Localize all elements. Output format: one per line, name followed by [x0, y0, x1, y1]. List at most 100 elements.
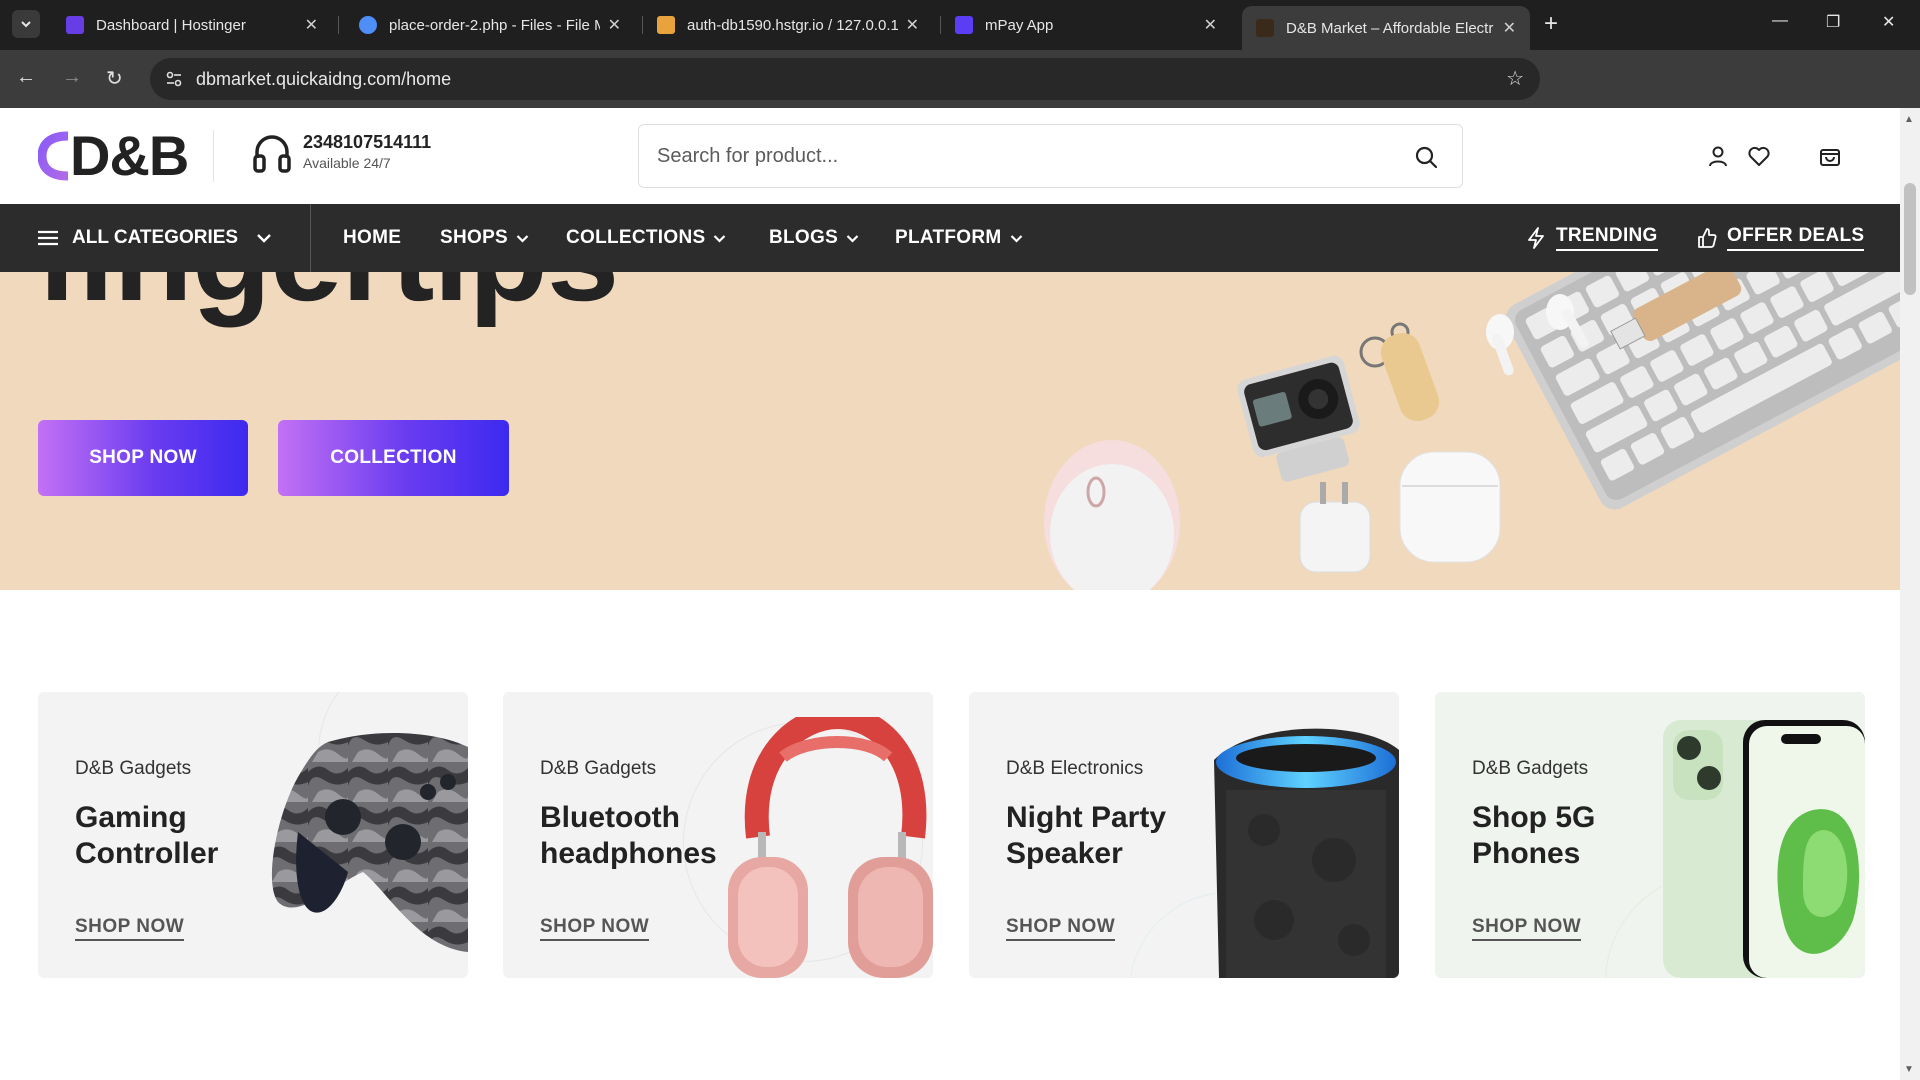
tab-title: Dashboard | Hostinger — [96, 16, 246, 34]
nav-home[interactable]: HOME — [343, 204, 401, 272]
bookmark-star-icon[interactable]: ☆ — [1506, 66, 1524, 91]
hero-shop-now-button[interactable]: SHOP NOW — [38, 420, 248, 496]
close-tab-icon[interactable]: ✕ — [305, 15, 318, 35]
browser-toolbar: ← → ↻ dbmarket.quickaidng.com/home ☆ C ✎… — [0, 50, 1920, 140]
minimize-icon[interactable]: — — [1772, 12, 1788, 30]
promo-card-5g-phones[interactable]: D&B Gadgets Shop 5G Phones SHOP NOW — [1435, 692, 1865, 978]
thumbs-up-icon — [1698, 228, 1717, 248]
chevron-down-icon — [846, 234, 859, 243]
wishlist-heart-icon[interactable] — [1747, 144, 1771, 168]
card-title-line: Phones — [1472, 837, 1581, 870]
address-bar[interactable]: dbmarket.quickaidng.com/home ☆ — [150, 58, 1540, 100]
support-phone[interactable]: 2348107514111 — [303, 132, 431, 153]
close-tab-icon[interactable]: ✕ — [1204, 15, 1217, 35]
close-tab-icon[interactable]: ✕ — [608, 15, 621, 35]
card-shop-now-link[interactable]: SHOP NOW — [1472, 916, 1582, 941]
product-search-box — [638, 124, 1463, 188]
restore-icon[interactable]: ❐ — [1826, 12, 1840, 32]
hero-banner: fingertips — [0, 272, 1900, 590]
browser-tab-strip: Dashboard | Hostinger ✕ place-order-2.ph… — [0, 0, 1920, 50]
nav-trending-label: TRENDING — [1556, 225, 1658, 251]
card-brand: D&B Gadgets — [75, 758, 192, 779]
hero-product-image — [1044, 272, 1900, 590]
promo-card-bluetooth-headphones[interactable]: D&B Gadgets Bluetooth headphones SHOP NO… — [503, 692, 933, 978]
close-tab-icon[interactable]: ✕ — [906, 15, 919, 35]
card-title: Gaming Controller — [75, 800, 295, 872]
chevron-down-icon — [516, 234, 529, 243]
browser-tab[interactable]: auth-db1590.hstgr.io / 127.0.0.1 ✕ — [643, 6, 933, 44]
browser-tab[interactable]: mPay App ✕ — [941, 6, 1231, 44]
tab-title: auth-db1590.hstgr.io / 127.0.0.1 — [687, 16, 898, 34]
tab-title: mPay App — [985, 16, 1054, 34]
hero-collection-button[interactable]: COLLECTION — [278, 420, 509, 496]
menu-icon — [38, 230, 58, 246]
search-input[interactable] — [657, 141, 1377, 171]
chevron-down-icon — [1010, 234, 1022, 243]
nav-shops-label: SHOPS — [440, 227, 509, 248]
card-title: Shop 5G Phones — [1472, 800, 1692, 872]
account-user-icon[interactable] — [1706, 144, 1730, 168]
gaming-controller-image — [271, 732, 468, 952]
browser-tab-active[interactable]: D&B Market – Affordable Electr ✕ — [1242, 6, 1530, 50]
cart-bag-icon[interactable] — [1818, 144, 1842, 168]
card-shop-now-link[interactable]: SHOP NOW — [540, 916, 650, 941]
site-logo[interactable]: D&B — [38, 124, 189, 187]
card-title-line: Gaming — [75, 801, 187, 834]
page-scrollbar[interactable]: ▲ ▼ — [1900, 108, 1920, 1080]
all-categories-button[interactable]: ALL CATEGORIES — [38, 204, 272, 272]
tab-divider — [338, 16, 339, 34]
promo-card-night-party-speaker[interactable]: D&B Electronics Night Party Speaker SHOP… — [969, 692, 1399, 978]
nav-trending[interactable]: TRENDING — [1526, 204, 1658, 272]
forward-icon[interactable]: → — [62, 66, 82, 89]
web-page: D&B 2348107514111 Available 24/7 Search … — [0, 108, 1900, 1080]
logo-text: D&B — [70, 124, 189, 187]
tab-search-button[interactable] — [12, 10, 40, 38]
nav-collections-label: COLLECTIONS — [566, 227, 706, 248]
tab-title: place-order-2.php - Files - File M — [389, 16, 600, 34]
card-brand: D&B Gadgets — [1472, 758, 1589, 779]
nav-divider — [310, 204, 311, 272]
close-tab-icon[interactable]: ✕ — [1503, 18, 1516, 38]
scroll-down-icon[interactable]: ▼ — [1904, 1064, 1914, 1075]
promo-card-gaming-controller[interactable]: D&B Gadgets Gaming Controller SHOP NOW — [38, 692, 468, 978]
hero-title: fingertips — [36, 272, 619, 330]
nav-shops[interactable]: SHOPS — [440, 204, 529, 272]
hostinger-favicon-icon — [66, 16, 84, 34]
nav-blogs[interactable]: BLOGS — [769, 204, 859, 272]
reload-icon[interactable]: ↻ — [106, 66, 123, 91]
scroll-up-icon[interactable]: ▲ — [1904, 114, 1914, 125]
card-brand: D&B Electronics — [1006, 758, 1144, 779]
browser-tab[interactable]: Dashboard | Hostinger ✕ — [52, 6, 332, 44]
new-tab-button[interactable]: + — [1544, 10, 1558, 38]
back-icon[interactable]: ← — [16, 66, 36, 89]
card-title: Bluetooth headphones — [540, 800, 760, 872]
nav-offer-deals-label: OFFER DEALS — [1727, 225, 1865, 251]
mpay-favicon-icon — [955, 16, 973, 34]
address-url: dbmarket.quickaidng.com/home — [196, 69, 452, 89]
card-shop-now-link[interactable]: SHOP NOW — [75, 916, 185, 941]
card-shop-now-link[interactable]: SHOP NOW — [1006, 916, 1116, 941]
window-close-icon[interactable]: ✕ — [1882, 12, 1895, 32]
card-title: Night Party Speaker — [1006, 800, 1226, 872]
dbmarket-favicon-icon — [1256, 19, 1274, 37]
lightning-icon — [1528, 227, 1544, 249]
search-icon[interactable] — [1414, 145, 1438, 169]
nav-collections[interactable]: COLLECTIONS — [566, 204, 726, 272]
card-title-line: Speaker — [1006, 837, 1123, 870]
nav-offer-deals[interactable]: OFFER DEALS — [1697, 204, 1865, 272]
card-title-line: headphones — [540, 837, 717, 870]
file-manager-favicon-icon — [359, 16, 377, 34]
logo-mark-icon — [38, 131, 69, 181]
header-divider — [213, 130, 214, 182]
nav-platform[interactable]: PLATFORM — [895, 204, 1023, 272]
card-title-line: Shop 5G — [1472, 801, 1596, 834]
scroll-thumb[interactable] — [1904, 183, 1916, 295]
main-navigation: ALL CATEGORIES HOME SHOPS COLLECTIONS BL… — [0, 204, 1900, 272]
site-header: D&B 2348107514111 Available 24/7 — [0, 108, 1900, 204]
nav-blogs-label: BLOGS — [769, 227, 839, 248]
phpmyadmin-favicon-icon — [657, 16, 675, 34]
site-info-icon[interactable] — [164, 69, 184, 89]
chevron-down-icon — [21, 21, 31, 28]
card-title-line: Night Party — [1006, 801, 1167, 834]
browser-tab[interactable]: place-order-2.php - Files - File M ✕ — [345, 6, 635, 44]
